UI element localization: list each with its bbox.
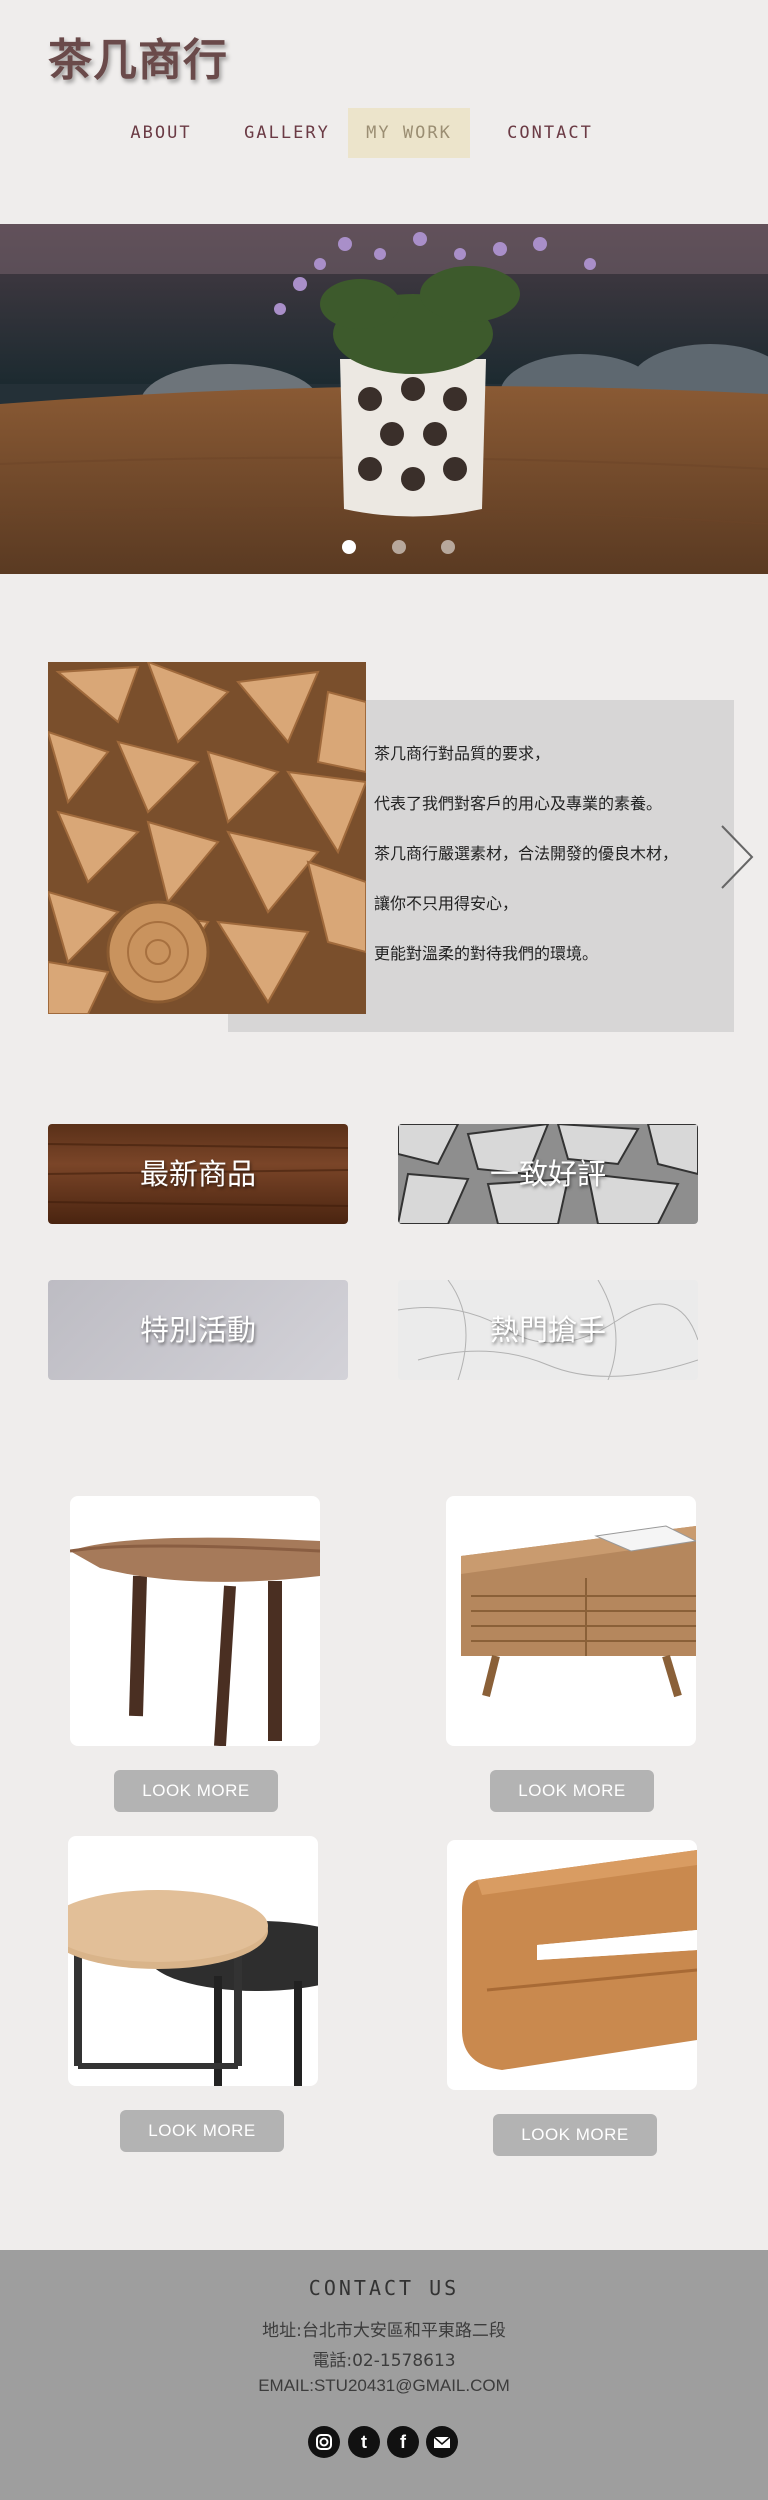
nav-about[interactable]: ABOUT <box>118 108 204 158</box>
footer: CONTACT US 地址:台北市大安區和平東路二段 電話:02-1578613… <box>0 2250 768 2500</box>
look-more-button[interactable]: LOOK MORE <box>114 1770 278 1812</box>
category-label: 熱門搶手 <box>489 1313 606 1347</box>
category-label: 特別活動 <box>139 1313 256 1347</box>
product-card-round-tables[interactable] <box>68 1836 318 2086</box>
nav-my-work[interactable]: MY WORK <box>348 108 470 158</box>
intro-line: 茶几商行嚴選素材，合法開發的優良木材， <box>374 844 679 863</box>
category-best-sellers[interactable]: 熱門搶手 <box>398 1280 698 1380</box>
intro-line: 更能對溫柔的對待我們的環境。 <box>374 944 599 963</box>
intro-line: 讓你不只用得安心， <box>374 894 519 913</box>
intro-line: 代表了我們對客戶的用心及專業的素養。 <box>374 794 663 813</box>
hero-image <box>0 224 768 574</box>
look-more-button[interactable]: LOOK MORE <box>490 1770 654 1812</box>
firewood-image <box>48 662 366 1014</box>
product-card-coffee-table[interactable] <box>446 1496 696 1746</box>
slider-dot-3[interactable] <box>441 540 455 554</box>
intro-line: 茶几商行對品質的要求， <box>374 744 551 763</box>
footer-phone: 電話:02-1578613 <box>312 2351 456 2371</box>
category-label: 最新商品 <box>139 1157 256 1191</box>
site-logo[interactable]: 茶几商行 <box>48 24 228 88</box>
footer-address: 地址:台北市大安區和平東路二段 <box>262 2321 506 2341</box>
category-special-events[interactable]: 特別活動 <box>48 1280 348 1380</box>
product-card-oval-table[interactable] <box>70 1496 320 1746</box>
facebook-icon[interactable]: f <box>387 2426 419 2458</box>
category-top-rated[interactable]: 一致好評 <box>398 1124 698 1224</box>
slider-dot-1[interactable] <box>342 540 356 554</box>
tumblr-icon[interactable]: t <box>348 2426 380 2458</box>
nav-gallery[interactable]: GALLERY <box>232 108 342 158</box>
instagram-icon[interactable] <box>308 2426 340 2458</box>
look-more-button[interactable]: LOOK MORE <box>120 2110 284 2152</box>
slider-dot-2[interactable] <box>392 540 406 554</box>
footer-email[interactable]: EMAIL:STU20431@GMAIL.COM <box>0 2376 768 2396</box>
category-label: 一致好評 <box>489 1157 606 1191</box>
look-more-button[interactable]: LOOK MORE <box>493 2114 657 2156</box>
mail-icon[interactable] <box>426 2426 458 2458</box>
main-nav: ABOUT GALLERY MY WORK CONTACT <box>0 108 768 158</box>
hero-slider[interactable] <box>0 224 768 574</box>
footer-title: CONTACT US <box>308 2276 460 2300</box>
category-new-products[interactable]: 最新商品 <box>48 1124 348 1224</box>
product-card-wood-shelf[interactable] <box>447 1840 697 2090</box>
chevron-right-icon[interactable] <box>718 822 758 892</box>
nav-contact[interactable]: CONTACT <box>494 108 606 158</box>
intro-text: 茶几商行對品質的要求， 代表了我們對客戶的用心及專業的素養。 茶几商行嚴選素材，… <box>374 738 734 988</box>
